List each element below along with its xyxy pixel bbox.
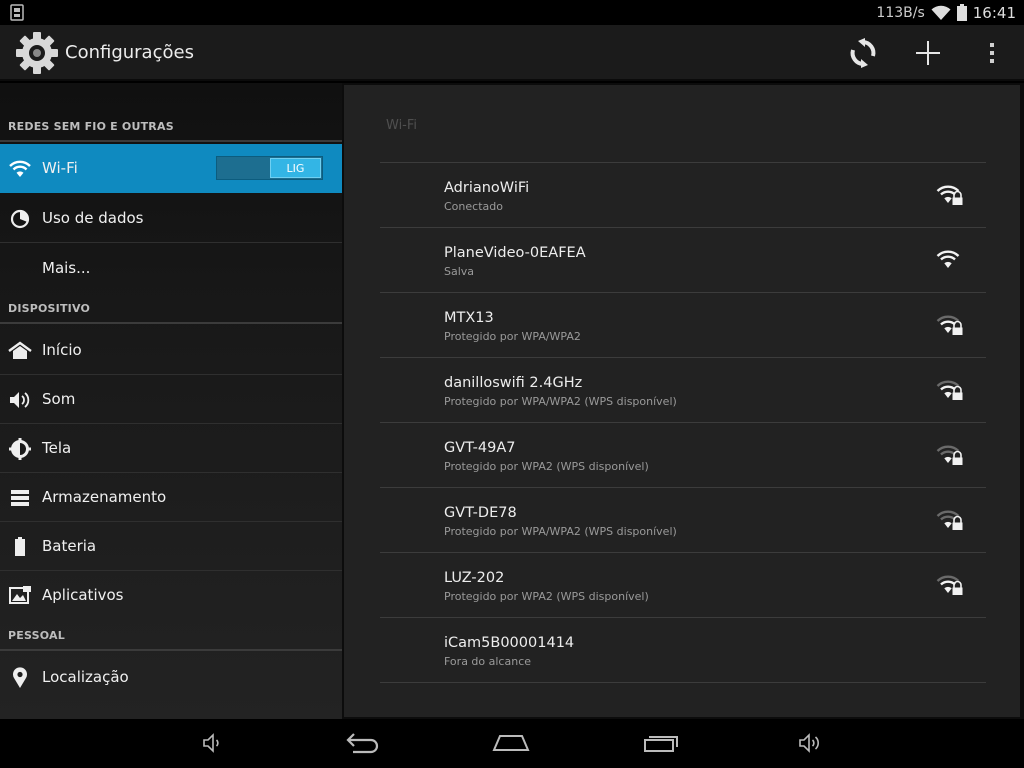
back-icon	[346, 733, 379, 754]
volume-up-button[interactable]	[785, 725, 835, 761]
wifi-network-status: Protegido por WPA/WPA2 (WPS disponível)	[444, 525, 677, 538]
wifi-network-row[interactable]: GVT-49A7 Protegido por WPA2 (WPS disponí…	[380, 423, 986, 488]
volume-up-icon	[799, 733, 820, 753]
wifi-detail-pane: Wi-Fi AdrianoWiFi Conectado PlaneVideo-0…	[342, 83, 1024, 719]
section-title: DISPOSITIVO	[8, 302, 91, 315]
sidebar-item-display[interactable]: Tela	[0, 424, 342, 473]
wifi-network-name: AdrianoWiFi	[444, 180, 530, 196]
wifi-network-status: Protegido por WPA2 (WPS disponível)	[444, 460, 649, 473]
recent-apps-button[interactable]	[636, 725, 686, 761]
wifi-network-name: MTX13	[444, 310, 494, 326]
sidebar-item-storage[interactable]: Armazenamento	[0, 473, 342, 522]
add-network-button[interactable]	[910, 35, 946, 71]
wifi-network-list: AdrianoWiFi Conectado PlaneVideo-0EAFEA …	[380, 162, 986, 683]
location-icon	[8, 666, 32, 690]
wifi-network-status: Fora do alcance	[444, 655, 532, 668]
sidebar-item-label: Som	[42, 390, 76, 408]
wifi-network-status: Protegido por WPA2 (WPS disponível)	[444, 590, 649, 603]
wifi-network-name: GVT-DE78	[444, 505, 517, 521]
sidebar-item-label: Armazenamento	[42, 488, 167, 506]
section-title: PESSOAL	[8, 629, 65, 642]
sidebar-item-wifi[interactable]: Wi-Fi LIG	[0, 144, 342, 193]
clock: 16:41	[972, 3, 1016, 22]
wifi-network-row[interactable]: AdrianoWiFi Conectado	[380, 163, 986, 228]
sidebar-item-label: Bateria	[42, 537, 97, 555]
display-icon	[8, 437, 32, 461]
data-usage-icon	[8, 207, 32, 231]
wifi-network-name: danilloswifi 2.4GHz	[444, 375, 583, 391]
wifi-panel-title: Wi-Fi	[386, 118, 418, 133]
wifi-card: Wi-Fi AdrianoWiFi Conectado PlaneVideo-0…	[344, 85, 1020, 717]
overflow-menu-icon	[990, 43, 994, 63]
sync-icon	[850, 38, 876, 68]
home-button[interactable]	[486, 725, 536, 761]
wifi-network-row[interactable]: MTX13 Protegido por WPA/WPA2	[380, 293, 986, 358]
recent-apps-icon	[644, 736, 678, 752]
sidebar-item-sound[interactable]: Som	[0, 375, 342, 424]
add-icon	[916, 41, 940, 65]
sidebar-item-label: Mais...	[42, 259, 91, 277]
sidebar-item-label: Tela	[42, 439, 72, 457]
section-header-device: DISPOSITIVO	[0, 284, 342, 324]
wifi-status-icon	[931, 5, 951, 20]
wifi-icon	[8, 157, 32, 181]
wifi-network-row[interactable]: PlaneVideo-0EAFEA Salva	[380, 228, 986, 293]
wifi-lock-signal-icon	[936, 380, 963, 400]
action-bar: Configurações	[0, 25, 1024, 81]
wifi-network-row[interactable]: iCam5B00001414 Fora do alcance	[380, 618, 986, 683]
battery-icon	[8, 535, 32, 559]
wifi-network-row[interactable]: danilloswifi 2.4GHz Protegido por WPA/WP…	[380, 358, 986, 423]
section-title: REDES SEM FIO E OUTRAS	[8, 120, 174, 133]
sidebar-item-label: Início	[42, 341, 82, 359]
status-bar: 113B/s 16:41	[0, 0, 1024, 25]
wifi-network-row[interactable]: GVT-DE78 Protegido por WPA/WPA2 (WPS dis…	[380, 488, 986, 553]
status-right: 113B/s 16:41	[876, 0, 1016, 25]
sync-button[interactable]	[845, 35, 881, 71]
battery-status-icon	[956, 4, 967, 21]
sidebar-item-location[interactable]: Localização	[0, 653, 342, 702]
gear-icon[interactable]	[14, 30, 60, 76]
wifi-lock-signal-icon	[936, 185, 963, 205]
wifi-lock-signal-icon	[936, 510, 963, 530]
overflow-menu-button[interactable]	[974, 35, 1010, 71]
navigation-bar	[0, 719, 1024, 768]
wifi-network-name: GVT-49A7	[444, 440, 516, 456]
notification-icon	[10, 4, 24, 21]
wifi-network-status: Protegido por WPA/WPA2 (WPS disponível)	[444, 395, 677, 408]
page-title: Configurações	[65, 42, 194, 63]
home-nav-icon	[492, 735, 530, 751]
toggle-knob: LIG	[270, 158, 321, 178]
wifi-network-status: Conectado	[444, 200, 503, 213]
section-header-personal: PESSOAL	[0, 611, 342, 651]
volume-down-icon	[203, 733, 219, 753]
sidebar-item-data-usage[interactable]: Uso de dados	[0, 194, 342, 243]
wifi-signal-icon	[936, 250, 960, 268]
sidebar-item-label: Aplicativos	[42, 586, 124, 604]
sidebar-item-label: Uso de dados	[42, 209, 144, 227]
apps-icon	[8, 584, 32, 608]
wifi-network-name: PlaneVideo-0EAFEA	[444, 245, 586, 261]
speaker-icon	[8, 388, 32, 412]
sidebar-item-battery[interactable]: Bateria	[0, 522, 342, 571]
back-button[interactable]	[338, 725, 388, 761]
settings-sidebar: REDES SEM FIO E OUTRAS Wi-Fi LIG Uso de …	[0, 83, 342, 719]
toggle-state-label: LIG	[286, 161, 305, 175]
wifi-toggle[interactable]: LIG	[216, 156, 323, 180]
storage-icon	[8, 486, 32, 510]
wifi-network-name: LUZ-202	[444, 570, 505, 586]
wifi-lock-signal-icon	[936, 315, 963, 335]
home-icon	[8, 339, 32, 363]
wifi-lock-signal-icon	[936, 575, 963, 595]
wifi-network-name: iCam5B00001414	[444, 635, 575, 651]
volume-down-button[interactable]	[188, 725, 238, 761]
wifi-lock-signal-icon	[936, 445, 963, 465]
section-header-wireless: REDES SEM FIO E OUTRAS	[0, 102, 342, 142]
network-speed: 113B/s	[876, 4, 925, 21]
sidebar-item-label: Wi-Fi	[42, 159, 78, 177]
sidebar-item-label: Localização	[42, 668, 129, 686]
sidebar-item-home[interactable]: Início	[0, 326, 342, 375]
wifi-network-row[interactable]: LUZ-202 Protegido por WPA2 (WPS disponív…	[380, 553, 986, 618]
wifi-network-status: Protegido por WPA/WPA2	[444, 330, 581, 343]
wifi-network-status: Salva	[444, 265, 475, 278]
